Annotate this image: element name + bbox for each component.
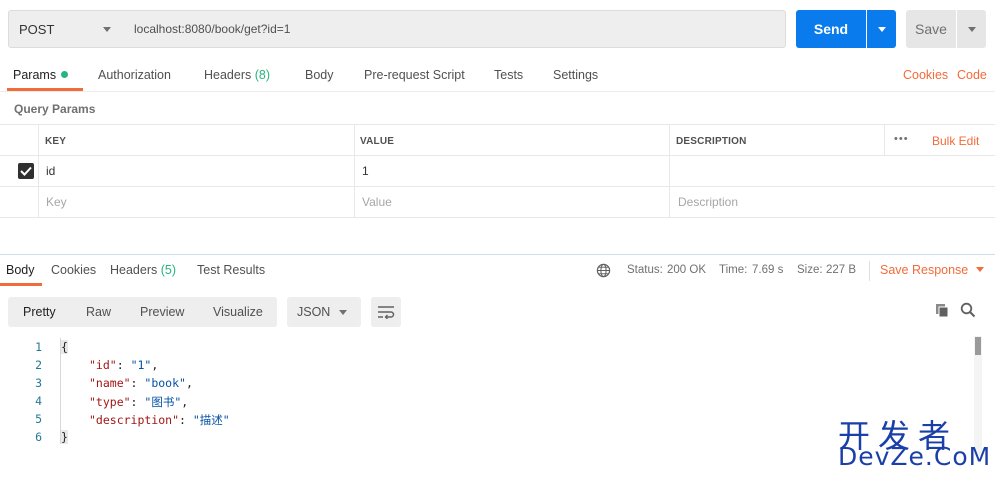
chevron-down-icon xyxy=(967,26,976,32)
url-input[interactable]: localhost:8080/book/get?id=1 xyxy=(123,10,786,48)
headers-count: (8) xyxy=(254,68,271,82)
new-description-input[interactable]: Description xyxy=(678,195,738,209)
response-tab-headers-label: Headers xyxy=(110,263,158,277)
response-tab-test-results[interactable]: Test Results xyxy=(197,263,265,277)
param-key[interactable]: id xyxy=(46,164,55,178)
method-select[interactable]: POST xyxy=(8,10,124,48)
json-value: "描述" xyxy=(192,413,230,427)
line-number: 2 xyxy=(35,358,42,372)
line-number: 1 xyxy=(35,340,42,354)
tab-headers-label: Headers xyxy=(204,68,252,82)
json-value: "1" xyxy=(130,358,152,372)
chevron-down-icon xyxy=(103,27,111,32)
size-value[interactable]: 227 B xyxy=(826,264,856,276)
format-select[interactable]: JSON xyxy=(287,297,361,327)
view-preview-button[interactable]: Preview xyxy=(140,305,184,319)
code-brace-close: } xyxy=(61,430,68,444)
tab-settings[interactable]: Settings xyxy=(553,68,598,82)
query-params-title: Query Params xyxy=(14,102,96,116)
tab-headers[interactable]: Headers (8) xyxy=(204,68,270,82)
save-button[interactable]: Save xyxy=(906,10,956,48)
tab-authorization[interactable]: Authorization xyxy=(98,68,171,82)
search-icon[interactable] xyxy=(960,302,976,321)
tab-prerequest-script[interactable]: Pre-request Script xyxy=(364,68,465,82)
time-value[interactable]: 7.69 s xyxy=(752,264,783,276)
param-value[interactable]: 1 xyxy=(362,164,369,178)
save-response-button[interactable]: Save Response xyxy=(880,263,984,277)
code-brace-open: { xyxy=(61,340,68,354)
send-button[interactable]: Send xyxy=(796,10,866,48)
checkmark-icon xyxy=(20,166,32,176)
send-options-button[interactable] xyxy=(867,10,896,48)
param-enabled-checkbox[interactable] xyxy=(18,163,34,179)
new-value-input[interactable]: Value xyxy=(362,195,392,209)
response-active-tab-indicator xyxy=(0,283,42,286)
tab-params-label: Params xyxy=(13,68,57,82)
save-response-label: Save Response xyxy=(880,263,969,277)
view-visualize-button[interactable]: Visualize xyxy=(213,305,263,319)
cookies-link[interactable]: Cookies xyxy=(903,68,948,82)
json-value: "book" xyxy=(144,376,186,390)
status-label: Status: xyxy=(627,264,663,276)
column-value: VALUE xyxy=(360,136,395,147)
chevron-down-icon xyxy=(877,26,886,32)
size-label: Size: xyxy=(797,264,823,276)
new-key-input[interactable]: Key xyxy=(46,195,67,209)
view-raw-button[interactable]: Raw xyxy=(86,305,111,319)
method-label: POST xyxy=(19,21,55,37)
json-key: "name" xyxy=(89,376,131,390)
code-line-type: "type": "图书", xyxy=(89,395,189,409)
status-value[interactable]: 200 OK xyxy=(667,264,706,276)
json-value: "图书" xyxy=(144,395,182,409)
response-tab-body[interactable]: Body xyxy=(6,263,35,277)
copy-icon[interactable] xyxy=(934,302,950,321)
json-key: "type" xyxy=(89,395,131,409)
code-line-description: "description": "描述" xyxy=(89,413,230,427)
tab-body[interactable]: Body xyxy=(305,68,334,82)
tab-divider xyxy=(0,91,995,92)
chevron-down-icon xyxy=(339,310,347,315)
column-key: KEY xyxy=(45,136,67,147)
chevron-down-icon xyxy=(975,267,984,272)
bulk-edit-link[interactable]: Bulk Edit xyxy=(932,134,979,148)
response-headers-count: (5) xyxy=(160,263,177,277)
format-label: JSON xyxy=(297,305,331,319)
json-key: "id" xyxy=(89,358,117,372)
line-number: 5 xyxy=(35,412,42,426)
meta-divider xyxy=(869,261,870,281)
tab-tests[interactable]: Tests xyxy=(494,68,523,82)
tab-params[interactable]: Params xyxy=(13,68,69,82)
line-number: 6 xyxy=(35,430,42,444)
code-scrollbar-thumb[interactable] xyxy=(975,337,981,355)
code-link[interactable]: Code xyxy=(957,68,987,82)
query-params-table xyxy=(0,124,995,218)
params-active-dot-icon xyxy=(61,71,69,78)
view-pretty-button[interactable]: Pretty xyxy=(23,305,56,319)
response-tab-headers[interactable]: Headers (5) xyxy=(110,263,176,277)
save-options-button[interactable] xyxy=(957,10,986,48)
response-divider[interactable] xyxy=(0,254,995,255)
code-line-id: "id": "1", xyxy=(89,358,159,372)
line-number: 4 xyxy=(35,394,42,408)
line-number: 3 xyxy=(35,376,42,390)
column-description: DESCRIPTION xyxy=(676,136,747,147)
code-line-name: "name": "book", xyxy=(89,376,193,390)
json-key: "description" xyxy=(89,413,180,427)
globe-icon[interactable] xyxy=(596,263,611,281)
more-options-icon[interactable]: ••• xyxy=(894,133,909,145)
time-label: Time: xyxy=(719,264,748,276)
response-tab-cookies[interactable]: Cookies xyxy=(51,263,96,277)
url-text: localhost:8080/book/get?id=1 xyxy=(134,22,291,36)
watermark-logo-en: DevZe.CoM xyxy=(838,442,992,471)
wrap-lines-button[interactable] xyxy=(371,297,401,327)
wrap-lines-icon xyxy=(378,306,395,319)
